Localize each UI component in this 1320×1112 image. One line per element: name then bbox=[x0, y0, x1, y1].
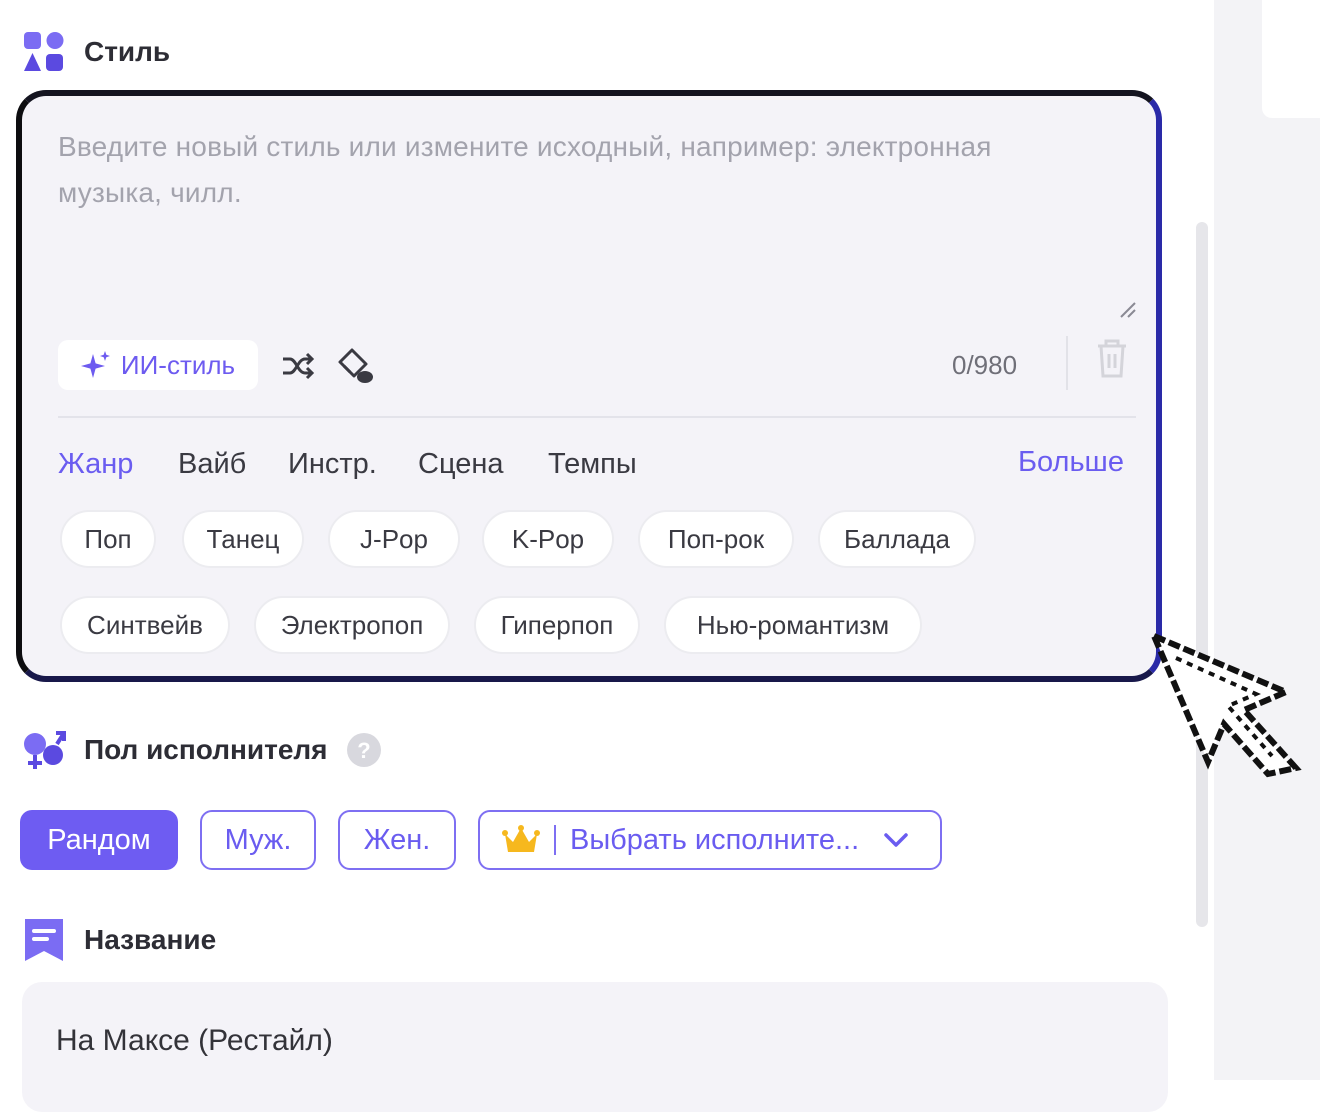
trash-icon[interactable] bbox=[1094, 336, 1130, 380]
name-input-value: На Максе (Рестайл) bbox=[56, 1024, 333, 1057]
card-divider bbox=[58, 416, 1136, 418]
tab-tempo[interactable]: Темпы bbox=[548, 448, 637, 481]
counter-divider bbox=[1066, 336, 1068, 390]
bookmark-title-icon bbox=[22, 918, 66, 962]
gender-option-male[interactable]: Муж. bbox=[200, 810, 316, 870]
more-link[interactable]: Больше bbox=[1018, 446, 1124, 479]
style-editor-card: Введите новый стиль или измените исходны… bbox=[16, 90, 1162, 682]
shapes-grid-icon bbox=[22, 30, 66, 74]
gender-option-random[interactable]: Рандом bbox=[20, 810, 178, 870]
right-panel-card bbox=[1262, 0, 1320, 118]
artist-select-dropdown[interactable]: Выбрать исполните... bbox=[478, 810, 942, 870]
genre-chip-jpop[interactable]: J-Pop bbox=[328, 510, 460, 568]
right-panel-gutter bbox=[1214, 0, 1320, 1080]
gender-option-female[interactable]: Жен. bbox=[338, 810, 456, 870]
svg-text:?: ? bbox=[357, 738, 370, 763]
ai-style-button[interactable]: ИИ-стиль bbox=[58, 340, 258, 390]
chevron-down-icon bbox=[884, 833, 908, 847]
style-placeholder-line2: музыка, чилл. bbox=[58, 177, 242, 208]
genre-chip-electropop[interactable]: Электропоп bbox=[254, 596, 450, 654]
crown-icon bbox=[502, 825, 540, 852]
style-textarea[interactable]: Введите новый стиль или измените исходны… bbox=[58, 124, 1108, 314]
genre-chip-pop-rock[interactable]: Поп-рок bbox=[638, 510, 794, 568]
gender-section-header: Пол исполнителя ? bbox=[22, 728, 382, 772]
genre-chip-synthwave[interactable]: Синтвейв bbox=[60, 596, 230, 654]
tab-vibe[interactable]: Вайб bbox=[178, 448, 246, 481]
scrollbar[interactable] bbox=[1196, 222, 1208, 927]
tab-instruments[interactable]: Инстр. bbox=[288, 448, 377, 481]
style-placeholder-line1: Введите новый стиль или измените исходны… bbox=[58, 131, 992, 162]
character-counter: 0/980 bbox=[952, 350, 1018, 380]
genre-chip-kpop[interactable]: K-Pop bbox=[482, 510, 614, 568]
resize-handle-icon[interactable] bbox=[1118, 300, 1136, 318]
genre-chip-hyperpop[interactable]: Гиперпоп bbox=[474, 596, 640, 654]
shuffle-icon[interactable] bbox=[278, 346, 318, 386]
select-separator bbox=[554, 825, 556, 855]
tab-genre[interactable]: Жанр bbox=[58, 448, 133, 481]
tab-scene[interactable]: Сцена bbox=[418, 448, 504, 481]
name-section-title: Название bbox=[84, 924, 217, 955]
genre-chip-dance[interactable]: Танец bbox=[182, 510, 304, 568]
artist-select-label: Выбрать исполните... bbox=[570, 823, 860, 856]
eraser-icon[interactable] bbox=[336, 346, 376, 386]
mouse-pointer-icon bbox=[1148, 630, 1302, 778]
gender-section-title: Пол исполнителя bbox=[84, 734, 328, 765]
sparkle-icon bbox=[80, 351, 110, 378]
genre-chip-pop[interactable]: Поп bbox=[60, 510, 156, 568]
name-section-header: Название bbox=[22, 918, 216, 962]
name-input[interactable]: На Максе (Рестайл) bbox=[22, 982, 1168, 1112]
help-icon[interactable]: ? bbox=[346, 732, 382, 768]
style-section-title: Стиль bbox=[84, 36, 171, 67]
genre-chip-new-romantic[interactable]: Нью-романтизм bbox=[664, 596, 922, 654]
gender-icon bbox=[22, 728, 66, 772]
style-section-header: Стиль bbox=[22, 30, 170, 74]
ai-style-label: ИИ-стиль bbox=[120, 349, 236, 380]
genre-chip-ballad[interactable]: Баллада bbox=[818, 510, 976, 568]
